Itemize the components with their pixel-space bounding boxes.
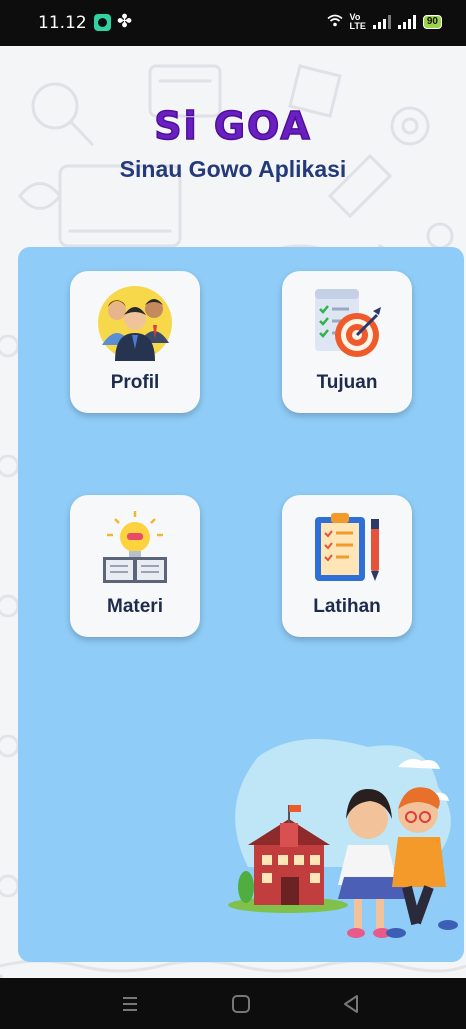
signal-icon (372, 15, 391, 29)
menu-icon[interactable] (117, 991, 143, 1017)
menu-panel: Profil Tujuan Materi Latihan (18, 247, 464, 962)
app-subtitle: Sinau Gowo Aplikasi (119, 156, 347, 182)
clipboard-pencil-icon (315, 513, 379, 581)
materi-label: Materi (107, 596, 163, 617)
profil-button[interactable]: Profil (70, 271, 200, 413)
notification-icon: ✤ (117, 11, 133, 31)
profil-label: Profil (110, 372, 160, 393)
screen: 11.12 ✤ Vo LTE 90 Si GOA Sinau Gowo Apli… (0, 0, 466, 1029)
navigation-bar (0, 978, 466, 1029)
lightbulb-book-icon (103, 511, 167, 583)
latihan-button[interactable]: Latihan (282, 495, 412, 637)
status-time: 11.12 (38, 13, 87, 33)
signal-icon-2 (397, 15, 416, 29)
target-checklist-icon (315, 289, 381, 357)
home-icon[interactable] (228, 991, 254, 1017)
back-icon[interactable] (338, 991, 364, 1017)
chat-app-icon (94, 14, 111, 31)
people-icon (98, 286, 172, 361)
volte-indicator: Vo LTE (349, 12, 366, 31)
materi-button[interactable]: Materi (70, 495, 200, 637)
tujuan-button[interactable]: Tujuan (282, 271, 412, 413)
latihan-label: Latihan (313, 596, 381, 617)
wifi-icon (327, 14, 343, 30)
status-bar: 11.12 ✤ Vo LTE 90 (0, 0, 466, 46)
tujuan-label: Tujuan (316, 372, 378, 393)
battery-icon: 90 (422, 15, 442, 29)
app-title: Si GOA (153, 103, 312, 149)
status-indicators: Vo LTE 90 (327, 13, 442, 31)
school-kids-illustration (228, 739, 458, 938)
